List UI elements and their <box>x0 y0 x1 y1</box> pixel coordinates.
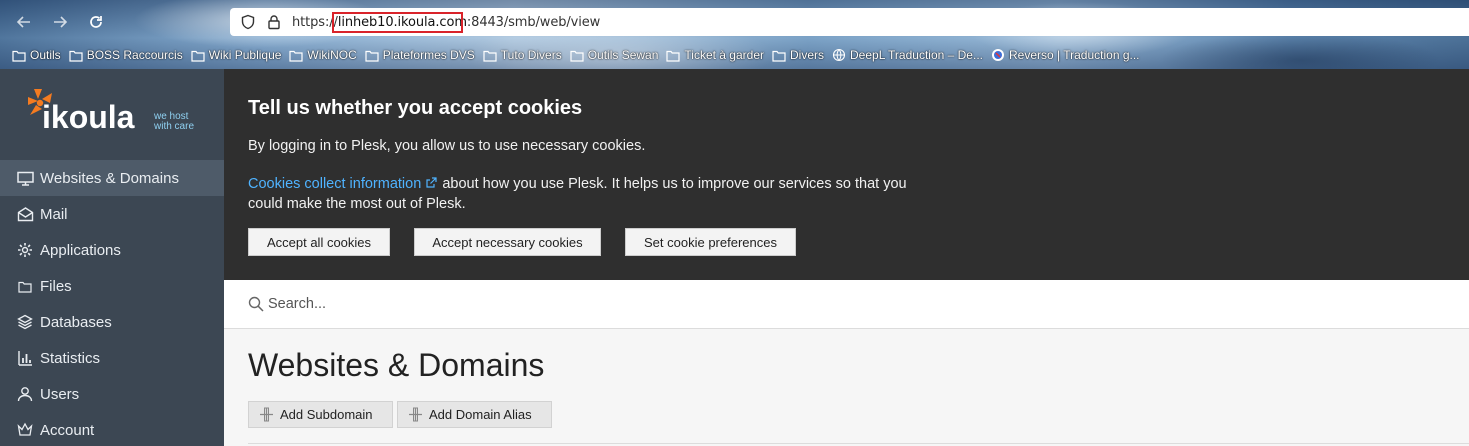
cookies-info-link-label: Cookies collect information <box>248 176 422 192</box>
search-input[interactable] <box>268 292 868 316</box>
ikoula-wordmark: ikoula <box>42 99 135 135</box>
cookie-banner: Tell us whether you accept cookies By lo… <box>224 69 1469 280</box>
arrow-left-icon <box>16 16 30 28</box>
bookmark-label: Reverso | Traduction g... <box>1008 48 1140 62</box>
bookmark-label: Wiki Publique <box>208 48 282 62</box>
add-domain-alias-label: Add Domain Alias <box>429 407 532 422</box>
sidebar-item-label: Account <box>40 421 95 439</box>
sidebar-item-account[interactable]: Account <box>0 412 224 446</box>
folder-icon <box>365 49 379 62</box>
address-bar[interactable]: https://linheb10.ikoula.com:8443/smb/web… <box>230 8 1469 36</box>
sidebar-item-label: Mail <box>40 205 68 223</box>
bookmarks-bar: Outils BOSS Raccourcis Wiki Publique WikiNO… <box>0 44 1469 66</box>
ikoula-logo-mark: ikoula we host with care <box>28 89 194 135</box>
layers-icon <box>16 313 34 331</box>
cookie-banner-text-2: Cookies collect information about how yo… <box>248 174 908 214</box>
bookmark-label: Plateformes DVS <box>382 48 475 62</box>
ikoula-logo[interactable]: ikoula we host with care <box>26 83 206 137</box>
sidebar-item-websites-domains[interactable]: Websites & Domains <box>0 160 224 196</box>
bookmark-label: DeepL Traduction – De... <box>850 48 983 62</box>
bookmark-item[interactable]: Divers <box>772 48 824 62</box>
search-icon <box>248 296 264 312</box>
reverso-icon <box>991 48 1005 62</box>
bookmark-label: Outils Sewan <box>587 48 659 62</box>
main-content: Websites & Domains Add Subdomain Add Dom… <box>224 329 1469 446</box>
cookie-banner-text-1: By logging in to Plesk, you allow us to … <box>248 138 646 154</box>
sidebar-item-applications[interactable]: Applications <box>0 232 224 268</box>
folder-icon <box>289 49 304 62</box>
add-subdomain-label: Add Subdomain <box>280 407 373 422</box>
folder-icon <box>12 49 26 62</box>
set-cookie-preferences-button[interactable]: Set cookie preferences <box>625 228 796 256</box>
plus-icon <box>409 407 422 422</box>
folder-icon <box>772 49 786 62</box>
bookmark-label: Ticket à garder <box>684 48 764 62</box>
bookmark-label: Tuto Divers <box>500 48 562 62</box>
add-domain-alias-button[interactable]: Add Domain Alias <box>397 401 552 428</box>
bookmark-item[interactable]: Outils <box>12 48 61 62</box>
back-button[interactable] <box>12 10 36 34</box>
bar-chart-icon <box>16 349 34 367</box>
sidebar-item-label: Databases <box>40 313 112 331</box>
sidebar-item-statistics[interactable]: Statistics <box>0 340 224 376</box>
arrow-right-icon <box>54 16 68 28</box>
plus-icon <box>260 407 273 422</box>
folder-icon <box>666 49 681 62</box>
add-subdomain-button[interactable]: Add Subdomain <box>248 401 393 428</box>
cookie-banner-title: Tell us whether you accept cookies <box>248 97 583 119</box>
sidebar-item-label: Users <box>40 385 80 403</box>
bookmark-item[interactable]: WikiNOC <box>289 48 357 62</box>
folder-icon <box>69 49 83 62</box>
bookmark-item[interactable]: Wiki Publique <box>191 48 282 62</box>
bookmark-item[interactable]: Outils Sewan <box>570 48 659 62</box>
crown-icon <box>16 421 34 439</box>
bookmark-item[interactable]: Reverso | Traduction g... <box>991 48 1140 62</box>
reload-icon <box>90 16 102 28</box>
bookmark-item[interactable]: Plateformes DVS <box>365 48 475 62</box>
url-scheme: https:// <box>292 15 338 30</box>
accept-all-cookies-button[interactable]: Accept all cookies <box>248 228 390 256</box>
ikoula-tagline-2: with care <box>153 121 194 132</box>
page-title: Websites & Domains <box>248 347 545 383</box>
bookmark-item[interactable]: BOSS Raccourcis <box>69 48 183 62</box>
url-path: :8443/smb/web/view <box>466 15 601 30</box>
user-icon <box>16 385 34 403</box>
sidebar-item-users[interactable]: Users <box>0 376 224 412</box>
folder-icon <box>16 277 34 295</box>
divider <box>248 443 1469 444</box>
search-bar <box>224 280 1469 329</box>
sidebar: ikoula we host with care Websites & Doma… <box>0 69 224 446</box>
folder-icon <box>483 49 497 62</box>
sidebar-item-files[interactable]: Files <box>0 268 224 304</box>
gear-icon <box>16 241 34 259</box>
bookmark-label: BOSS Raccourcis <box>86 48 183 62</box>
bookmark-label: WikiNOC <box>307 48 357 62</box>
url-highlight-box <box>332 12 463 33</box>
bookmark-item[interactable]: DeepL Traduction – De... <box>832 48 983 62</box>
sidebar-item-label: Files <box>40 277 72 295</box>
cookies-info-link[interactable]: Cookies collect information <box>248 176 438 192</box>
sidebar-item-label: Statistics <box>40 349 101 367</box>
folder-icon <box>191 49 205 62</box>
bookmark-item[interactable]: Ticket à garder <box>666 48 764 62</box>
accept-necessary-cookies-button[interactable]: Accept necessary cookies <box>414 228 601 256</box>
bookmark-label: Outils <box>30 48 61 62</box>
envelope-icon <box>16 205 34 223</box>
forward-button[interactable] <box>48 10 72 34</box>
external-link-icon <box>426 177 437 188</box>
browser-chrome: https://linheb10.ikoula.com:8443/smb/web… <box>0 0 1469 69</box>
sidebar-item-mail[interactable]: Mail <box>0 196 224 232</box>
folder-icon <box>570 49 584 62</box>
sidebar-item-label: Websites & Domains <box>40 169 179 187</box>
sidebar-nav: Websites & Domains Mail Applications Files D… <box>0 160 224 446</box>
reload-button[interactable] <box>84 10 108 34</box>
sidebar-item-label: Applications <box>40 241 121 259</box>
shield-icon[interactable] <box>240 14 256 30</box>
bookmark-item[interactable]: Tuto Divers <box>483 48 562 62</box>
monitor-icon <box>16 169 34 187</box>
lock-icon[interactable] <box>266 14 282 30</box>
bookmark-label: Divers <box>790 48 825 62</box>
sidebar-item-databases[interactable]: Databases <box>0 304 224 340</box>
globe-icon <box>832 48 846 62</box>
